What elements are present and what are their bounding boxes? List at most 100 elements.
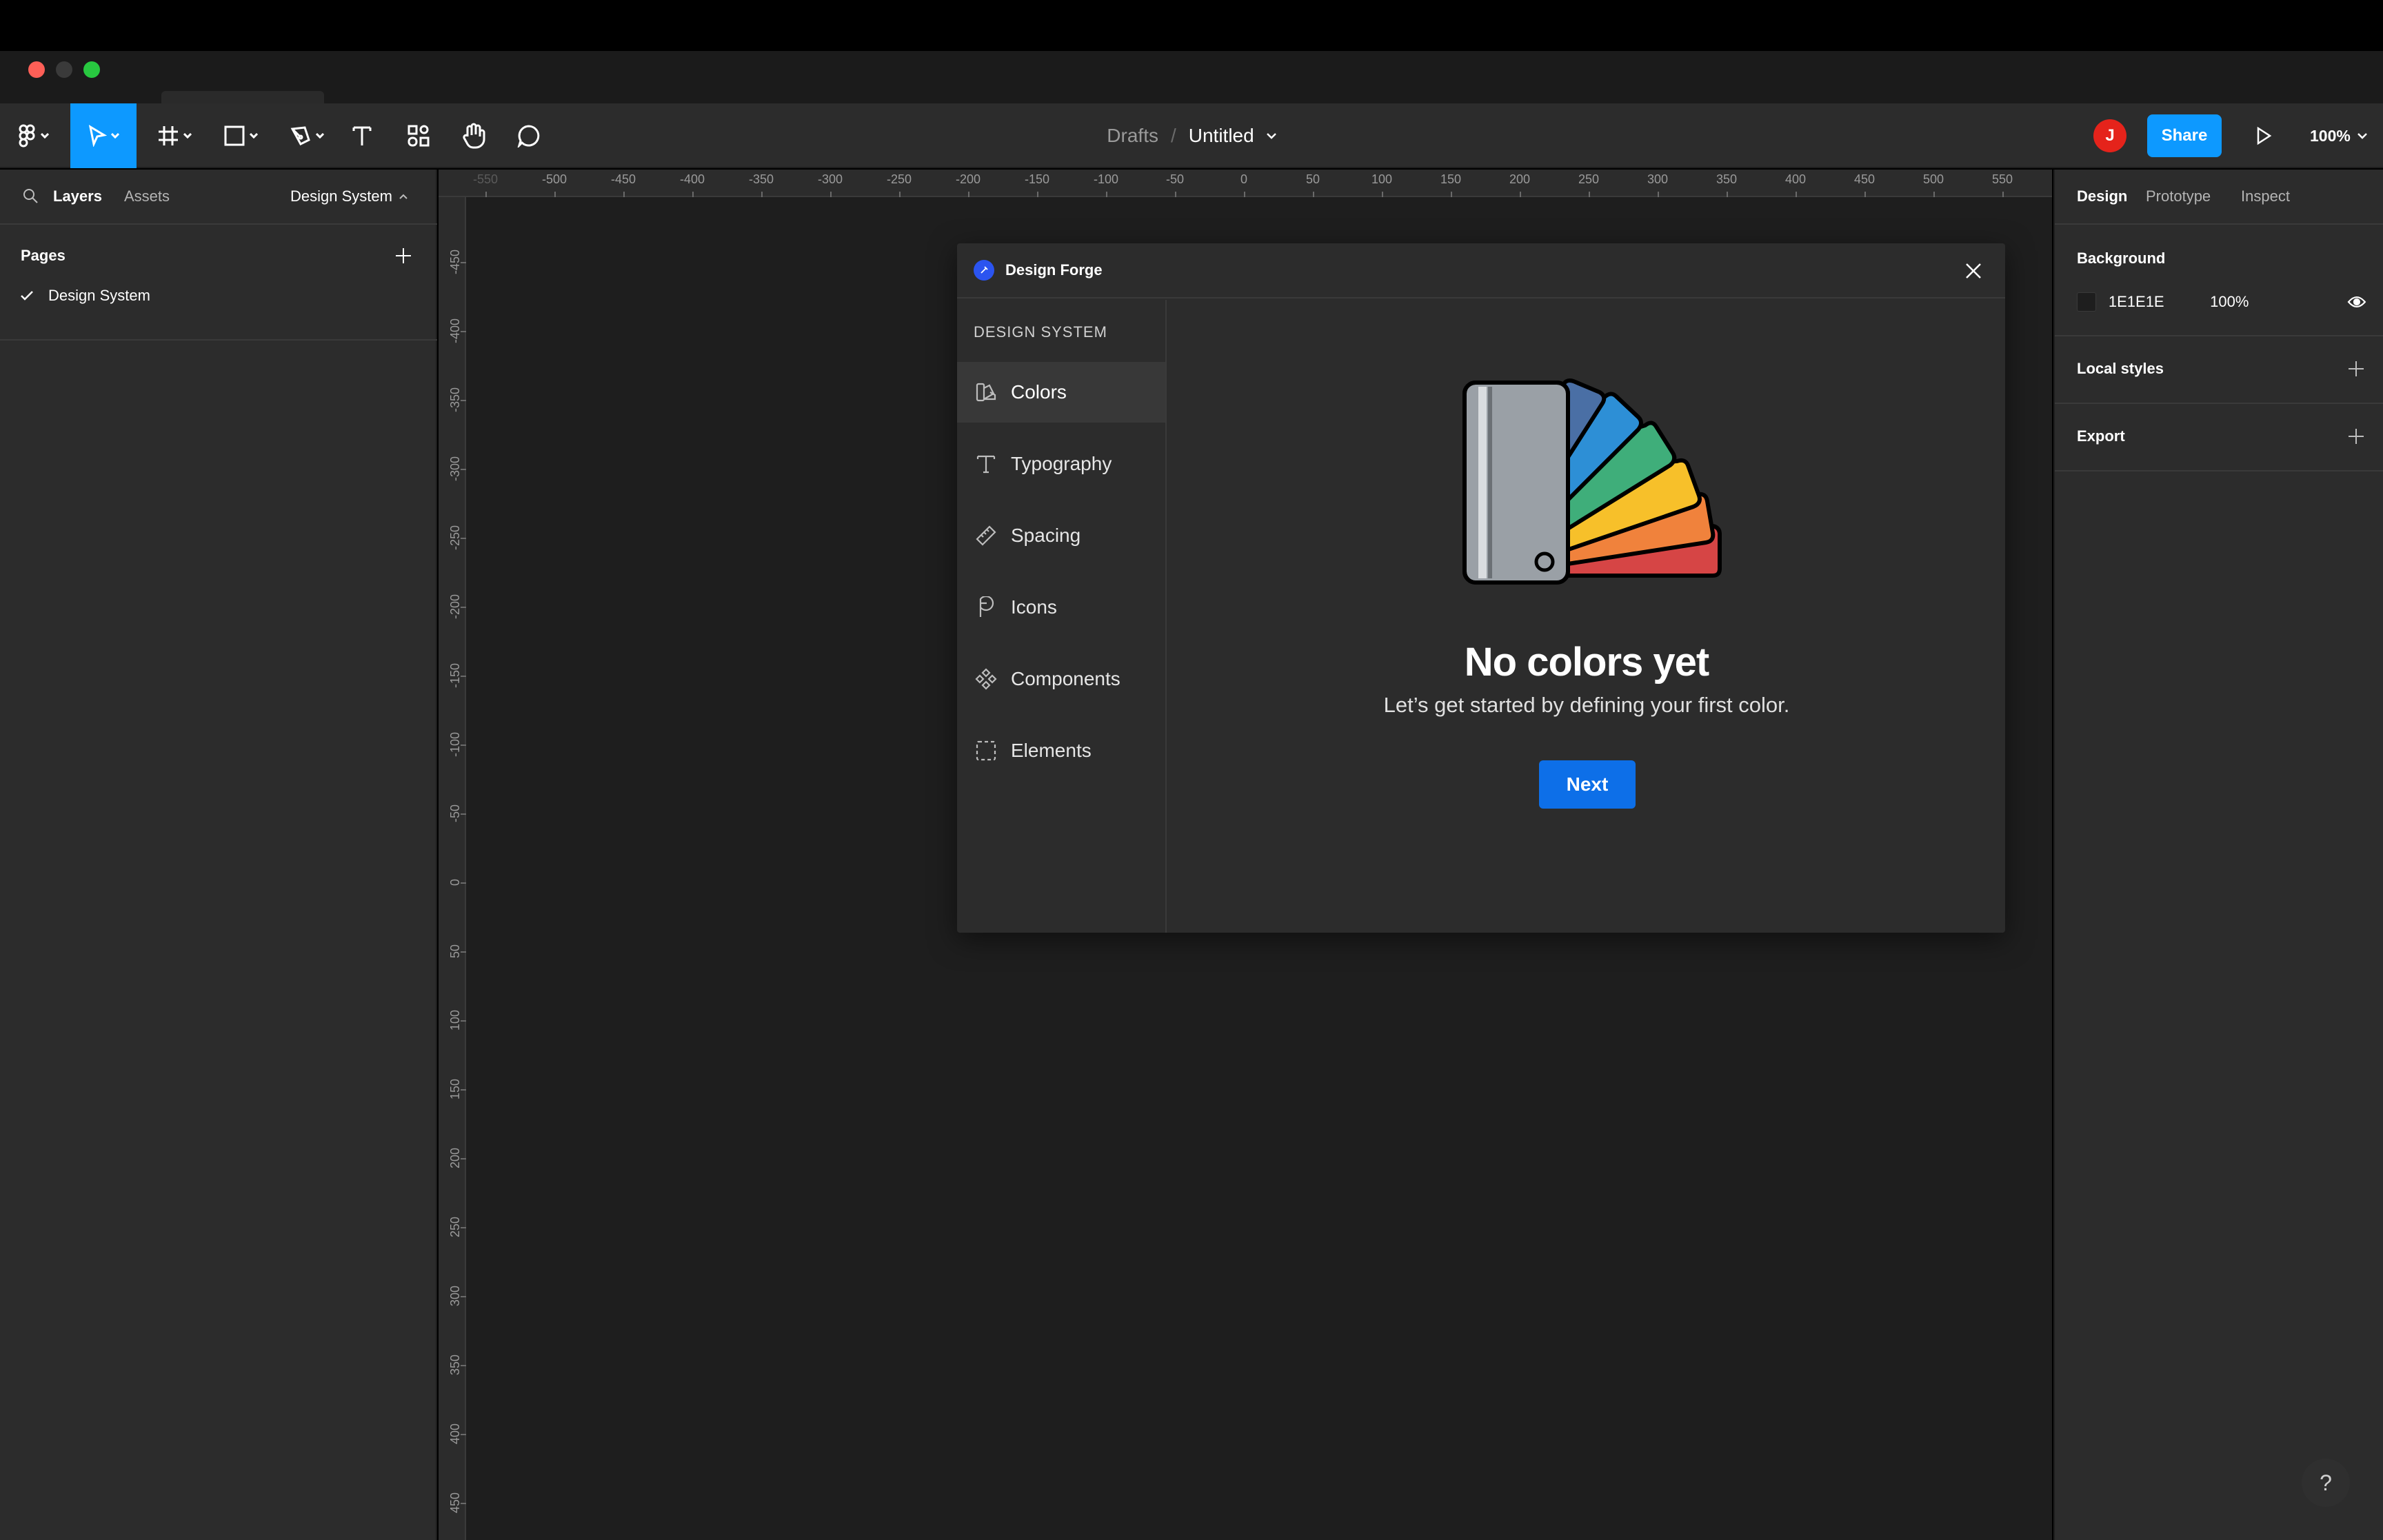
tab-inspect[interactable]: Inspect — [2241, 188, 2290, 205]
zoom-level: 100% — [2310, 126, 2351, 145]
ruler-v-tick — [461, 538, 466, 539]
ruler-v-tick — [461, 1227, 466, 1228]
file-name[interactable]: Untitled — [1189, 125, 1254, 147]
empty-state-title: No colors yet — [1464, 640, 1709, 685]
ruler-v-tick — [461, 1089, 466, 1091]
export-title: Export — [2077, 427, 2125, 445]
ruler-v-tick — [461, 744, 466, 746]
eye-icon[interactable] — [2347, 295, 2366, 309]
present-button[interactable] — [2246, 119, 2281, 153]
page-selector-label: Design System — [290, 188, 392, 205]
nav-item-label: Icons — [1011, 596, 1057, 618]
ruler-h-tick — [2002, 192, 2004, 197]
page-selector[interactable]: Design System — [290, 188, 408, 205]
ruler-v-tick — [461, 1503, 466, 1504]
plus-icon — [2349, 429, 2364, 444]
menu-bar-strip — [0, 0, 2383, 51]
zoom-window-button[interactable] — [83, 61, 100, 78]
add-page-button[interactable] — [392, 244, 415, 267]
ruler-h-label: 350 — [1716, 172, 1738, 186]
nav-item-label: Elements — [1011, 740, 1092, 761]
search-icon[interactable] — [22, 188, 39, 204]
close-dialog-button[interactable] — [1961, 259, 1986, 283]
ruler-v-tick — [461, 813, 466, 815]
ruler-h-label: -550 — [472, 172, 499, 186]
ruler-h-tick — [830, 192, 832, 197]
plus-icon — [396, 248, 411, 263]
close-icon — [1966, 263, 1981, 278]
section-label: DESIGN SYSTEM — [974, 323, 1107, 341]
right-panel-tabs: Design Prototype Inspect — [2055, 170, 2383, 225]
nav-item-typography[interactable]: Typography — [957, 434, 1165, 494]
export-section: Export — [2055, 404, 2383, 472]
ruler-h-label: 150 — [1440, 172, 1462, 186]
right-panel: Design Prototype Inspect Background 1E1E… — [2053, 170, 2383, 1540]
close-window-button[interactable] — [28, 61, 45, 78]
ruler-h-tick — [761, 192, 763, 197]
tab-assets[interactable]: Assets — [124, 188, 170, 205]
tab-prototype[interactable]: Prototype — [2146, 188, 2211, 205]
nav-item-spacing[interactable]: Spacing — [957, 505, 1165, 566]
nav-item-label: Components — [1011, 668, 1120, 689]
ruler-h-label: 0 — [1240, 172, 1248, 186]
avatar[interactable]: J — [2093, 119, 2126, 152]
chevron-down-icon — [2357, 132, 2367, 139]
dialog-header: Design Forge — [957, 243, 2005, 298]
page-item-label: Design System — [48, 287, 150, 304]
leaf-icon — [974, 595, 998, 620]
ruler-h-tick — [692, 192, 694, 197]
tab-design[interactable]: Design — [2077, 188, 2127, 205]
background-hex-input[interactable]: 1E1E1E — [2109, 293, 2210, 311]
nav-item-components[interactable]: Components — [957, 649, 1165, 709]
local-styles-title: Local styles — [2077, 360, 2164, 377]
add-export-button[interactable] — [2344, 425, 2368, 448]
minimize-window-button[interactable] — [56, 61, 72, 78]
ruler-v-tick — [461, 1365, 466, 1366]
left-panel-tabs: Layers Assets Design System — [0, 170, 437, 225]
nav-item-colors[interactable]: Colors — [957, 362, 1165, 423]
add-local-style-button[interactable] — [2344, 357, 2368, 381]
nav-item-elements[interactable]: Elements — [957, 720, 1165, 781]
help-button[interactable]: ? — [2302, 1459, 2350, 1507]
ruler-h-tick — [1451, 192, 1452, 197]
nav-item-label: Colors — [1011, 381, 1067, 403]
nav-item-icons[interactable]: Icons — [957, 577, 1165, 638]
vertical-ruler: -450 -400 -350 -300 -250 -200 -150 -100 -50 0 50 10… — [439, 197, 466, 1540]
tab-layers[interactable]: Layers — [53, 188, 102, 205]
zoom-dropdown[interactable]: 100% — [2310, 119, 2367, 153]
ruler-v-tick — [461, 676, 466, 677]
type-icon — [974, 452, 998, 476]
ruler-v-tick — [461, 331, 466, 332]
page-item-design-system[interactable]: Design System — [21, 287, 150, 305]
plugin-logo-icon — [974, 260, 994, 281]
dialog-title: Design Forge — [1005, 261, 1103, 278]
ruler-v-tick — [461, 400, 466, 401]
ruler-h-label: 550 — [1991, 172, 2013, 186]
ruler-h-tick — [1106, 192, 1107, 197]
check-icon — [21, 291, 33, 301]
next-button[interactable]: Next — [1539, 760, 1636, 809]
background-color-swatch[interactable] — [2077, 292, 2096, 312]
breadcrumb-drafts-link[interactable]: Drafts — [1107, 125, 1158, 147]
ruler-h-tick — [485, 192, 487, 197]
ruler-h-tick — [1244, 192, 1245, 197]
chevron-down-icon[interactable] — [1266, 132, 1276, 139]
nav-item-label: Spacing — [1011, 525, 1081, 546]
play-icon — [2257, 126, 2272, 145]
ruler-h-tick — [554, 192, 556, 197]
ruler-h-label: -450 — [610, 172, 636, 186]
ruler-h-label: -150 — [1024, 172, 1050, 186]
window-tab[interactable] — [161, 91, 324, 103]
ruler-h-tick — [1864, 192, 1866, 197]
background-opacity-input[interactable]: 100% — [2210, 293, 2347, 311]
background-title: Background — [2077, 250, 2166, 267]
share-button[interactable]: Share — [2147, 114, 2222, 157]
dialog-sidebar: DESIGN SYSTEM Colors Typography Spacing … — [957, 300, 1167, 933]
horizontal-ruler: -550 -500 -450 -400 -350 -300 -250 -200 -150 -100… — [439, 170, 2052, 197]
local-styles-section: Local styles — [2055, 336, 2383, 404]
swatch-icon — [974, 380, 998, 405]
ruler-h-label: 100 — [1371, 172, 1393, 186]
pages-title: Pages — [21, 247, 66, 264]
ruler-h-label: -50 — [1165, 172, 1185, 186]
background-fill-row: 1E1E1E 100% — [2077, 290, 2366, 314]
